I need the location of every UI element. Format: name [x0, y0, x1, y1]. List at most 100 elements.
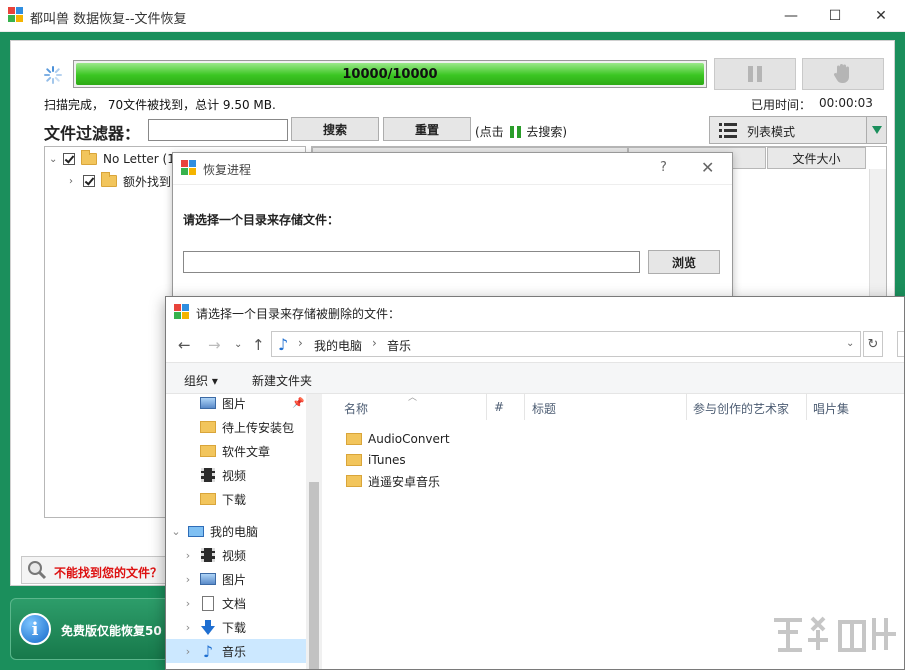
tree-item-label: 额外找到 [123, 174, 172, 189]
column-number[interactable]: # [494, 400, 504, 414]
document-icon [200, 595, 216, 611]
choose-directory-prompt: 请选择一个目录来存储文件： [183, 213, 340, 227]
list-item[interactable]: iTunes [346, 450, 406, 470]
nav-item-downloads-folder[interactable]: 下载 [166, 487, 306, 511]
refresh-button[interactable]: ↻ [863, 331, 883, 357]
up-arrow-icon[interactable]: ↑ [252, 336, 265, 354]
column-header-size[interactable]: 文件大小 [767, 147, 866, 169]
elapsed-label: 已用时间： [751, 98, 812, 112]
dialog-title-bar: 恢复进程 ? ✕ [173, 153, 732, 185]
navigation-pane: 图片 📌 待上传安装包 软件文章 视频 下载 ⌄ 我的电脑 › 视频 › 图片 … [166, 391, 322, 669]
list-item[interactable]: 逍遥安卓音乐 [346, 471, 440, 491]
collapse-icon[interactable]: ⌄ [170, 525, 182, 538]
address-bar[interactable]: ♪ › 我的电脑 › 音乐 ⌄ [271, 331, 861, 357]
expand-icon[interactable]: › [69, 176, 83, 187]
tree-item-no-letter[interactable]: ⌄ No Letter (1) [49, 149, 180, 169]
address-dropdown-icon[interactable]: ⌄ [846, 338, 854, 349]
search-hint: (点击 去搜索) [475, 125, 568, 139]
pause-mini-icon [509, 126, 521, 138]
list-item[interactable]: AudioConvert [346, 429, 450, 449]
breadcrumb-chevron-icon[interactable]: › [372, 336, 377, 350]
dialog-title: 恢复进程 [203, 163, 252, 177]
help-button[interactable]: ? [660, 160, 667, 175]
collapse-icon[interactable]: ⌄ [49, 154, 63, 165]
organize-button[interactable]: 组织 ▾ [184, 372, 218, 389]
nav-item-music[interactable]: › ♪ 音乐 [166, 639, 306, 663]
view-mode-select[interactable]: 列表模式 [709, 116, 887, 144]
breadcrumb-music[interactable]: 音乐 [387, 337, 411, 354]
nav-item-articles[interactable]: 软件文章 [166, 439, 306, 463]
list-icon [719, 123, 737, 138]
filter-input[interactable] [148, 119, 288, 141]
scan-progress-bar: 10000/10000 [73, 60, 707, 88]
column-name[interactable]: 名称 [344, 400, 368, 417]
nav-item-pictures[interactable]: 图片 📌 [166, 391, 306, 415]
scrollbar-thumb[interactable] [309, 482, 319, 669]
elapsed-value: 00:00:03 [819, 96, 873, 110]
browse-button[interactable]: 浏览 [648, 250, 720, 274]
tree-item-extra-found[interactable]: › 额外找到 [69, 171, 171, 191]
expand-icon[interactable]: › [182, 549, 194, 562]
breadcrumb-chevron-icon[interactable]: › [298, 336, 303, 350]
folder-icon [200, 492, 216, 506]
app-logo-icon [181, 160, 196, 175]
magnifier-icon [28, 561, 47, 580]
recent-chevron-icon[interactable]: ⌄ [234, 339, 242, 350]
nav-item-videos[interactable]: › 视频 [166, 543, 306, 567]
free-version-text: 免费版仅能恢复50 [61, 624, 162, 638]
maximize-button[interactable]: ☐ [812, 0, 858, 32]
pause-icon [748, 66, 762, 82]
expand-icon[interactable]: › [182, 573, 194, 586]
expand-icon[interactable]: › [182, 597, 194, 610]
music-icon: ♪ [278, 335, 289, 354]
nav-item-downloads[interactable]: › 下载 [166, 615, 306, 639]
minimize-button[interactable]: — [768, 0, 814, 32]
nav-item-videos[interactable]: 视频 [166, 463, 306, 487]
filter-label: 文件过滤器： [44, 124, 141, 143]
search-box[interactable] [897, 331, 904, 357]
new-folder-button[interactable]: 新建文件夹 [252, 372, 312, 389]
breadcrumb-my-computer[interactable]: 我的电脑 [314, 337, 362, 354]
nav-item-pending-uploads[interactable]: 待上传安装包 [166, 415, 306, 439]
download-icon [200, 619, 216, 635]
spinner-icon [44, 66, 62, 84]
forward-arrow-icon[interactable]: → [208, 336, 221, 354]
nav-item-pictures[interactable]: › 图片 [166, 567, 306, 591]
checkbox-icon[interactable] [63, 153, 75, 165]
folder-icon [346, 475, 362, 487]
column-artists[interactable]: 参与创作的艺术家 [693, 400, 789, 417]
checkbox-icon[interactable] [83, 175, 95, 187]
column-album[interactable]: 唱片集 [813, 400, 849, 417]
picture-icon [200, 572, 216, 586]
cannot-find-files-button[interactable]: 不能找到您的文件？ [21, 556, 171, 584]
pin-icon[interactable]: 📌 [292, 398, 304, 409]
column-title[interactable]: 标题 [532, 400, 556, 417]
folder-icon [346, 433, 362, 445]
file-list-header: 名称 # 标题 参与创作的艺术家 唱片集 [324, 394, 904, 420]
folder-icon [81, 150, 97, 165]
nav-item-documents[interactable]: › 文档 [166, 591, 306, 615]
folder-icon [101, 172, 117, 187]
video-icon [200, 468, 216, 482]
picker-title-bar: 请选择一个目录来存储被删除的文件： [166, 297, 904, 327]
stop-button[interactable] [802, 58, 884, 90]
navigation-row: ← → ⌄ ↑ ♪ › 我的电脑 › 音乐 ⌄ ↻ [166, 327, 904, 361]
title-bar: 都叫兽 数据恢复--文件恢复 — ☐ ✕ [0, 0, 905, 32]
pause-button[interactable] [714, 58, 796, 90]
nav-item-my-computer[interactable]: ⌄ 我的电脑 [166, 519, 306, 543]
dropdown-arrow-icon[interactable] [866, 117, 886, 143]
expand-icon[interactable]: › [182, 621, 194, 634]
folder-icon [346, 454, 362, 466]
dialog-close-button[interactable]: ✕ [701, 158, 714, 177]
expand-icon[interactable]: › [182, 645, 194, 658]
reset-button[interactable]: 重置 [383, 117, 471, 141]
tree-item-label: No Letter (1) [103, 152, 180, 166]
nav-scrollbar[interactable] [306, 394, 322, 669]
close-button[interactable]: ✕ [858, 0, 904, 32]
search-button[interactable]: 搜索 [291, 117, 379, 141]
stop-hand-icon [833, 64, 849, 83]
computer-icon [188, 524, 204, 538]
back-arrow-icon[interactable]: ← [178, 336, 191, 354]
save-path-input[interactable] [183, 251, 640, 273]
view-mode-label: 列表模式 [747, 125, 796, 139]
